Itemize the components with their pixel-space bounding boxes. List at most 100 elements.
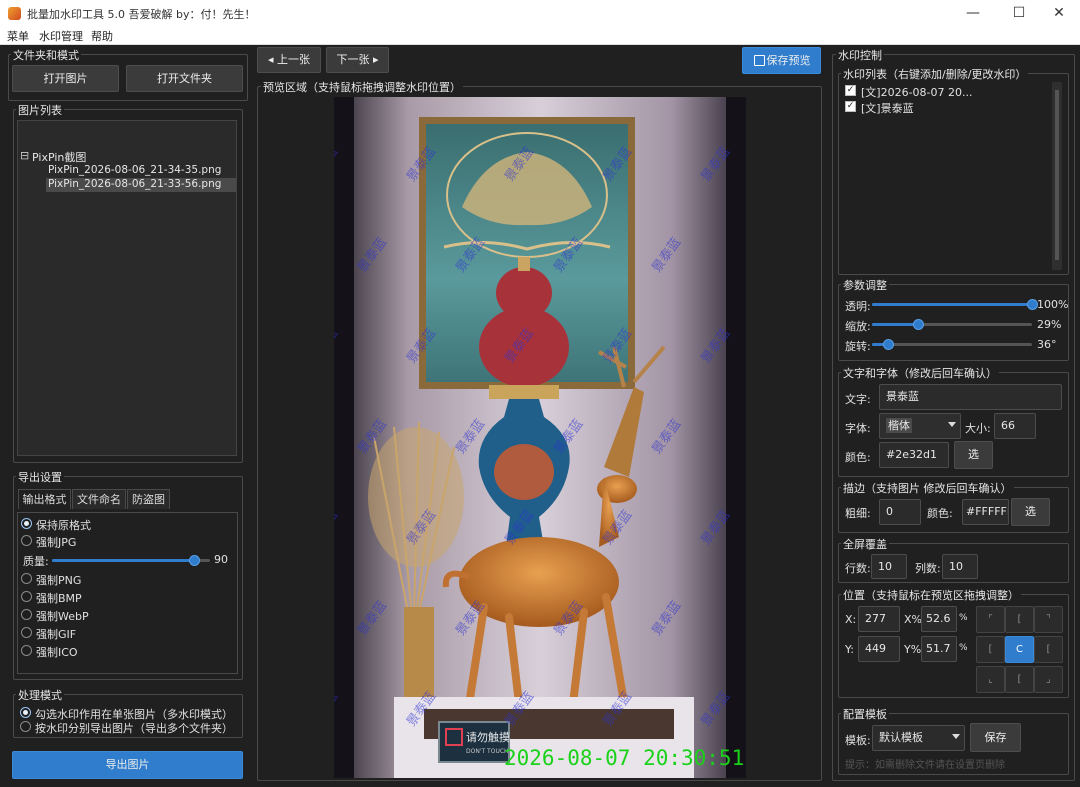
tab-anti-theft[interactable]: 防盗图 <box>127 489 170 509</box>
prev-image-button[interactable]: ◂ 上一张 <box>257 47 321 73</box>
preview-group-label: 预览区域（支持鼠标拖拽调整水印位置） <box>261 79 463 95</box>
chevron-down-icon <box>948 422 956 427</box>
radio-force-bmp[interactable] <box>21 591 32 602</box>
position-bottom-center-button[interactable]: [ <box>1005 666 1034 693</box>
font-label: 字体: <box>845 422 871 435</box>
radio-force-png[interactable] <box>21 573 32 584</box>
tab-output-format[interactable]: 输出格式 <box>18 489 71 509</box>
position-center-button[interactable]: C <box>1005 636 1034 663</box>
save-icon <box>754 55 765 66</box>
radio-force-ico[interactable] <box>21 645 32 656</box>
minimize-button[interactable]: — <box>950 0 996 27</box>
watermark-checkbox-2[interactable]: ✓ <box>845 101 856 112</box>
process-mode-label: 按水印分别导出图片（导出多个文件夹） <box>35 722 233 735</box>
font-select[interactable]: 楷体 <box>879 413 961 439</box>
radio-single-image-mode[interactable] <box>20 707 31 718</box>
stroke-width-input[interactable]: 0 <box>879 499 921 525</box>
menu-item-watermark[interactable]: 水印管理 <box>39 28 83 44</box>
image-list-label: 图片列表 <box>16 102 64 118</box>
quality-slider-handle[interactable] <box>189 555 201 566</box>
radio-label: 强制WebP <box>36 610 89 623</box>
radio-keep-format[interactable] <box>21 518 32 529</box>
radio-force-jpg[interactable] <box>21 535 32 546</box>
open-folder-button[interactable]: 打开文件夹 <box>126 65 243 92</box>
scale-label: 缩放: <box>845 320 871 333</box>
menu-item-main[interactable]: 菜单 <box>7 28 29 44</box>
watermark-control-label: 水印控制 <box>836 47 884 63</box>
close-button[interactable]: ✕ <box>1036 0 1080 27</box>
open-image-button[interactable]: 打开图片 <box>12 65 119 92</box>
size-label: 大小: <box>965 422 991 435</box>
cols-label: 列数: <box>915 562 941 575</box>
position-middle-right-button[interactable]: [ <box>1034 636 1063 663</box>
tree-file[interactable]: PixPin_2026-08-06_21-34-35.png <box>48 164 236 178</box>
image-tree[interactable]: ⊟ PixPin截图 PixPin_2026-08-06_21-34-35.pn… <box>17 120 237 456</box>
tree-toggle-icon[interactable]: ⊟ <box>20 149 29 162</box>
stroke-color-input[interactable]: #FFFFFF <box>962 499 1009 525</box>
watermark-item-1[interactable]: [文]2026-08-07 20... <box>861 84 973 100</box>
save-preview-button[interactable]: 保存预览 <box>742 47 821 74</box>
opacity-label: 透明: <box>845 300 871 313</box>
preview-photo: 请勿触摸 DON'T TOUCH 景泰蓝 景泰蓝 景泰蓝 景泰蓝景泰蓝 景泰蓝 景泰蓝 景泰… <box>334 97 746 778</box>
process-group-label: 处理模式 <box>16 687 64 703</box>
y-percent-input[interactable]: 51.7 <box>921 636 957 662</box>
position-top-right-button[interactable]: ⌝ <box>1034 606 1063 633</box>
opacity-slider-fill <box>872 303 1032 306</box>
pick-stroke-color-button[interactable]: 选 <box>1011 498 1050 526</box>
radio-per-watermark-mode[interactable] <box>20 721 31 732</box>
template-select[interactable]: 默认模板 <box>872 725 965 751</box>
title-bar: 批量加水印工具 5.0 吾爱破解 by：付！先生！ — ☐ ✕ <box>0 0 1080 27</box>
font-color-input[interactable]: #2e32d1 <box>879 442 949 468</box>
quality-slider[interactable] <box>52 555 210 566</box>
position-middle-left-button[interactable]: [ <box>976 636 1005 663</box>
rotation-slider-handle[interactable] <box>883 339 894 350</box>
font-select-value: 楷体 <box>886 418 912 433</box>
x-input[interactable]: 277 <box>858 606 900 632</box>
radio-label: 强制GIF <box>36 628 77 641</box>
template-group-label: 配置模板 <box>841 706 889 722</box>
preview-image[interactable]: 请勿触摸 DON'T TOUCH 景泰蓝 景泰蓝 景泰蓝 景泰蓝 景泰蓝 景泰蓝 景泰蓝 景泰… <box>334 97 746 778</box>
scale-value: 29% <box>1037 318 1062 331</box>
watermark-item-2[interactable]: [文]景泰蓝 <box>861 100 914 116</box>
scrollbar-thumb[interactable] <box>1055 90 1059 260</box>
x-percent-label: X% <box>904 613 922 626</box>
scale-slider[interactable] <box>872 319 1032 330</box>
watermark-text-input[interactable]: 景泰蓝 <box>879 384 1062 410</box>
x-percent-unit: % <box>959 613 968 623</box>
sign-text: 请勿触摸 <box>466 730 510 744</box>
tree-folder[interactable]: PixPin截图 <box>32 149 86 165</box>
quality-label: 质量: <box>23 555 49 568</box>
menu-bar: 菜单 水印管理 帮助 <box>0 27 1080 45</box>
tree-file-selected[interactable]: PixPin_2026-08-06_21-33-56.png <box>46 178 236 192</box>
opacity-slider[interactable] <box>872 299 1038 310</box>
y-input[interactable]: 449 <box>858 636 900 662</box>
timestamp-watermark[interactable]: 2026-08-07 20:30:51 <box>504 746 744 770</box>
x-percent-input[interactable]: 52.6 <box>921 606 957 632</box>
sign-subtext: DON'T TOUCH <box>466 748 509 755</box>
position-bottom-right-button[interactable]: ⌟ <box>1034 666 1063 693</box>
tab-file-naming[interactable]: 文件命名 <box>72 489 126 509</box>
next-image-button[interactable]: 下一张 ▸ <box>326 47 389 73</box>
position-top-center-button[interactable]: [ <box>1005 606 1034 633</box>
watermark-list-scrollbar[interactable] <box>1052 82 1062 270</box>
position-top-left-button[interactable]: ⌜ <box>976 606 1005 633</box>
export-images-button[interactable]: 导出图片 <box>12 751 243 779</box>
export-group-label: 导出设置 <box>16 469 64 485</box>
rows-input[interactable]: 10 <box>871 554 907 579</box>
save-template-button[interactable]: 保存 <box>970 723 1021 752</box>
pick-color-button[interactable]: 选 <box>954 441 993 469</box>
chevron-down-icon <box>952 734 960 739</box>
quality-value: 90 <box>214 553 228 566</box>
rotation-slider[interactable] <box>872 339 1032 350</box>
font-size-input[interactable]: 66 <box>994 413 1036 439</box>
radio-force-gif[interactable] <box>21 627 32 638</box>
radio-force-webp[interactable] <box>21 609 32 620</box>
menu-item-help[interactable]: 帮助 <box>91 28 113 44</box>
opacity-value: 100% <box>1037 298 1069 311</box>
stroke-group-label: 描边（支持图片 修改后回车确认） <box>841 480 1014 496</box>
position-group-label: 位置（支持鼠标在预览区拖拽调整） <box>841 587 1021 603</box>
rotation-label: 旋转: <box>845 340 871 353</box>
position-bottom-left-button[interactable]: ⌞ <box>976 666 1005 693</box>
cols-input[interactable]: 10 <box>942 554 978 579</box>
watermark-checkbox-1[interactable]: ✓ <box>845 85 856 96</box>
